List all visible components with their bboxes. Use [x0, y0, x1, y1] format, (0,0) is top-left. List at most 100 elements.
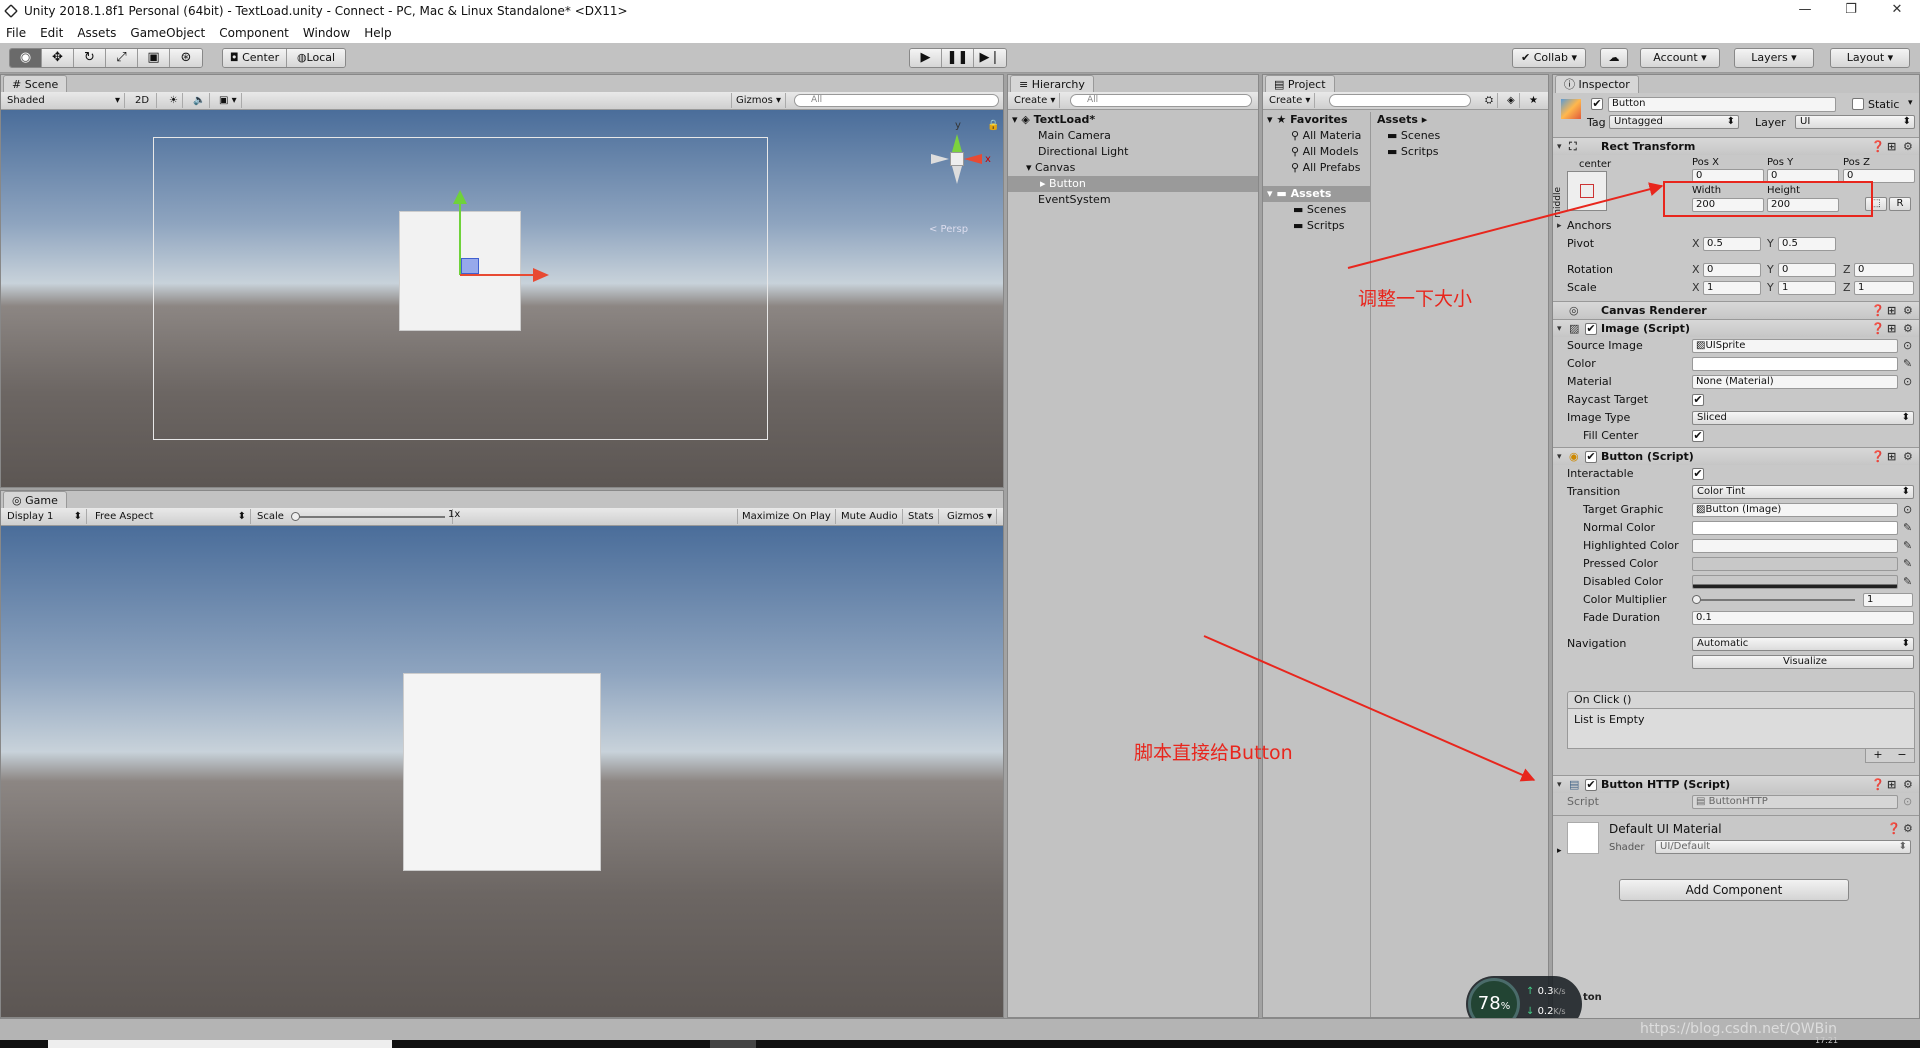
preset-icon[interactable]: ⊞	[1887, 448, 1896, 466]
image-type-dropdown[interactable]: Sliced ⬍	[1692, 411, 1914, 425]
hierarchy-item-main-camera[interactable]: Main Camera	[1008, 128, 1258, 144]
project-create-dropdown[interactable]: Create ▾	[1265, 93, 1316, 108]
project-breadcrumb[interactable]: Assets ▸	[1373, 112, 1548, 128]
transform-tool-icon[interactable]: ⊛	[170, 49, 202, 67]
rect-tool-icon[interactable]: ▣	[138, 49, 170, 67]
menu-edit[interactable]: Edit	[40, 26, 63, 40]
help-icon[interactable]: ❓	[1871, 138, 1885, 156]
scale-x-field[interactable]: 1	[1703, 281, 1761, 295]
menu-gameobject[interactable]: GameObject	[130, 26, 205, 40]
scale-slider-thumb[interactable]	[291, 512, 300, 521]
projection-label[interactable]: < Persp	[929, 224, 968, 235]
normal-color-swatch[interactable]	[1692, 521, 1898, 535]
maximize-on-play-button[interactable]: Maximize On Play	[737, 509, 836, 524]
visualize-button[interactable]: Visualize	[1692, 655, 1914, 669]
scene-orientation-gizmo[interactable]: y x	[917, 120, 997, 200]
step-icon[interactable]: ▶❘	[974, 49, 1006, 67]
assets-folder-scenes[interactable]: ▬ Scenes	[1263, 202, 1370, 218]
settings-gear-icon[interactable]: ⚙	[1903, 138, 1913, 156]
game-button-object[interactable]	[403, 673, 601, 871]
hierarchy-search-input[interactable]: All	[1070, 94, 1252, 107]
gizmo-neg-y-cone-icon[interactable]	[952, 166, 962, 184]
assets-folder-scritps[interactable]: ▬ Scritps	[1263, 218, 1370, 234]
anchor-preset-button[interactable]	[1567, 171, 1607, 211]
lock-icon[interactable]: 🔒	[987, 120, 999, 131]
favorite-all-models[interactable]: ⚲ All Models	[1263, 144, 1370, 160]
preset-icon[interactable]: ⊞	[1887, 776, 1896, 794]
gizmo-center-cube[interactable]	[950, 152, 964, 166]
disabled-color-swatch[interactable]	[1692, 575, 1898, 589]
color-swatch[interactable]	[1692, 357, 1898, 371]
rect-transform-header[interactable]: ▾ ⛶ Rect Transform ❓ ⊞ ⚙	[1553, 137, 1919, 155]
hierarchy-scene-row[interactable]: ▾ ◈ TextLoad*	[1008, 112, 1258, 128]
object-name-field[interactable]: Button	[1608, 97, 1836, 112]
settings-gear-icon[interactable]: ⚙	[1903, 448, 1913, 466]
transition-dropdown[interactable]: Color Tint ⬍	[1692, 485, 1914, 499]
eyedropper-icon[interactable]: ✎	[1903, 355, 1912, 373]
material-foldout-icon[interactable]: ▸	[1557, 846, 1562, 856]
button-enabled-checkbox[interactable]: ✔	[1585, 451, 1597, 463]
remove-listener-icon[interactable]: −	[1897, 749, 1906, 762]
settings-gear-icon[interactable]: ⚙	[1903, 302, 1913, 320]
rotation-y-field[interactable]: 0	[1778, 263, 1836, 277]
rotate-tool-icon[interactable]: ↻	[74, 49, 106, 67]
tab-game[interactable]: ◎ Game	[3, 491, 67, 509]
eyedropper-icon[interactable]: ✎	[1903, 555, 1912, 573]
minimize-icon[interactable]: —	[1782, 0, 1828, 22]
preset-icon[interactable]: ⊞	[1887, 320, 1896, 338]
effects-icon[interactable]: ▣ ▾	[215, 93, 242, 108]
move-gizmo-plane-handle[interactable]	[461, 258, 479, 274]
help-icon[interactable]: ❓	[1887, 822, 1901, 835]
collab-button[interactable]: ✔ Collab ▾	[1512, 48, 1586, 68]
help-icon[interactable]: ❓	[1871, 302, 1885, 320]
source-image-field[interactable]: ▨UISprite	[1692, 339, 1898, 353]
static-checkbox[interactable]	[1852, 98, 1864, 110]
game-viewport[interactable]	[1, 526, 1003, 1017]
raycast-checkbox[interactable]: ✔	[1692, 394, 1704, 406]
game-gizmos-dropdown[interactable]: Gizmos ▾	[943, 509, 998, 524]
taskbar-item[interactable]	[710, 1040, 756, 1048]
target-graphic-field[interactable]: ▨Button (Image)	[1692, 503, 1898, 517]
highlighted-color-swatch[interactable]	[1692, 539, 1898, 553]
layers-dropdown[interactable]: Layers ▾	[1734, 48, 1814, 68]
pause-icon[interactable]: ❚❚	[942, 49, 974, 67]
pivot-x-field[interactable]: 0.5	[1703, 237, 1761, 251]
hierarchy-item-button[interactable]: ▸ Button	[1008, 176, 1258, 192]
settings-gear-icon[interactable]: ⚙	[1903, 776, 1913, 794]
multiplier-field[interactable]: 1	[1863, 593, 1913, 607]
fill-center-checkbox[interactable]: ✔	[1692, 430, 1704, 442]
tab-inspector[interactable]: ⓘ Inspector	[1555, 75, 1639, 93]
favorite-star-icon[interactable]: ★	[1525, 93, 1542, 108]
menu-assets[interactable]: Assets	[77, 26, 116, 40]
account-dropdown[interactable]: Account ▾	[1640, 48, 1720, 68]
assets-root-row[interactable]: ▾ ▬ Assets	[1263, 186, 1370, 202]
favorite-all-prefabs[interactable]: ⚲ All Prefabs	[1263, 160, 1370, 176]
lighting-icon[interactable]: ☀	[165, 93, 183, 108]
scene-search-input[interactable]: All	[794, 94, 999, 107]
aspect-dropdown[interactable]: Free Aspect ⬍	[91, 509, 251, 524]
filter-label-icon[interactable]: ◈	[1503, 93, 1520, 108]
layout-dropdown[interactable]: Layout ▾	[1830, 48, 1910, 68]
eyedropper-icon[interactable]: ✎	[1903, 573, 1912, 591]
scale-slider[interactable]: Scale	[253, 509, 453, 524]
content-folder-scenes[interactable]: ▬ Scenes	[1373, 128, 1548, 144]
play-icon[interactable]: ▶	[910, 49, 942, 67]
shader-dropdown[interactable]: UI/Default ⬍	[1655, 840, 1911, 854]
audio-icon[interactable]: 🔈	[189, 93, 211, 108]
pivot-center-button[interactable]: ◘ Center	[223, 49, 287, 67]
menu-help[interactable]: Help	[364, 26, 391, 40]
scene-gizmos-dropdown[interactable]: Gizmos ▾	[731, 93, 787, 108]
favorite-all-materials[interactable]: ⚲ All Materia	[1263, 128, 1370, 144]
scale-z-field[interactable]: 1	[1854, 281, 1914, 295]
image-enabled-checkbox[interactable]: ✔	[1585, 323, 1597, 335]
button-http-enabled-checkbox[interactable]: ✔	[1585, 779, 1597, 791]
menu-component[interactable]: Component	[219, 26, 289, 40]
preset-icon[interactable]: ⊞	[1887, 302, 1896, 320]
help-icon[interactable]: ❓	[1871, 320, 1885, 338]
gizmo-x-cone-icon[interactable]	[964, 154, 982, 164]
preset-icon[interactable]: ⊞	[1887, 138, 1896, 156]
canvas-renderer-header[interactable]: ◎ Canvas Renderer ❓ ⊞ ⚙	[1553, 301, 1919, 319]
move-gizmo-y-arrow-icon[interactable]	[453, 190, 467, 204]
scale-tool-icon[interactable]: ⤢	[106, 49, 138, 67]
close-icon[interactable]: ✕	[1874, 0, 1920, 22]
